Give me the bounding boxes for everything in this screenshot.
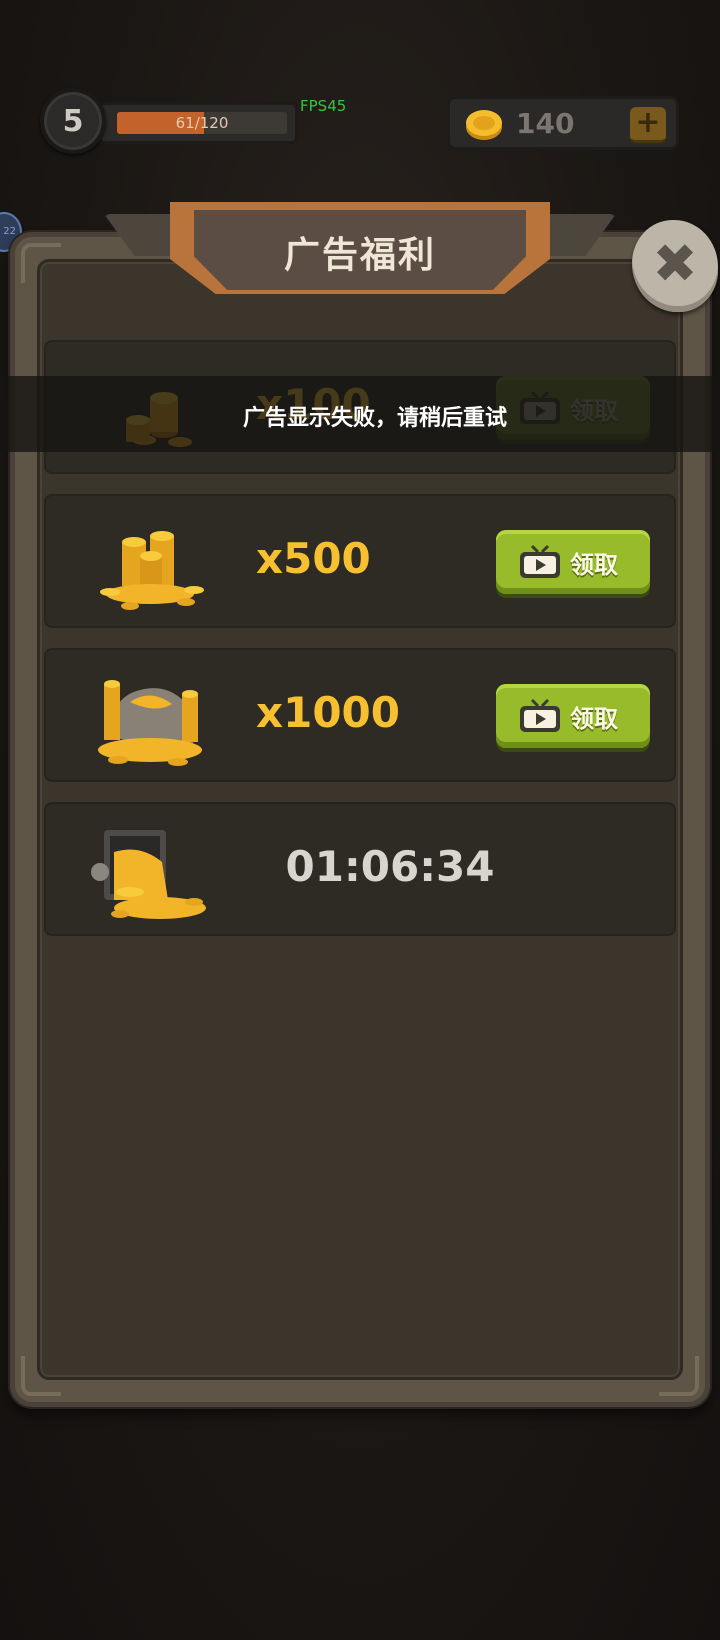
reward-amount: x1000 bbox=[256, 688, 400, 737]
xp-text: 61/120 bbox=[175, 114, 229, 132]
reward-row-500: x500 领取 bbox=[44, 494, 676, 628]
tv-play-icon bbox=[520, 698, 560, 732]
claim-label: 领取 bbox=[570, 551, 618, 579]
claim-label: 领取 bbox=[570, 705, 618, 733]
coin-sack-icon bbox=[98, 680, 202, 766]
claim-button[interactable]: 领取 bbox=[496, 530, 650, 594]
add-coins-button[interactable]: + bbox=[630, 107, 666, 143]
xp-bar: 61/120 bbox=[98, 102, 298, 144]
coin-icon bbox=[466, 110, 502, 140]
tv-play-icon bbox=[520, 544, 560, 578]
coin-pile-icon bbox=[100, 531, 204, 610]
corner-ornament bbox=[659, 1356, 699, 1396]
coin-balance: 140 + bbox=[447, 96, 679, 150]
reward-row-1000: x1000 领取 bbox=[44, 648, 676, 782]
panel-title: 广告福利 bbox=[283, 235, 436, 276]
fps-counter: FPS45 bbox=[300, 97, 347, 115]
reward-amount: x500 bbox=[256, 534, 371, 583]
close-button[interactable]: ✖ bbox=[632, 220, 718, 312]
xp-track: 61/120 bbox=[117, 112, 287, 134]
reward-row-vault: 01:06:34 bbox=[44, 802, 676, 936]
level-badge[interactable]: 5 bbox=[40, 88, 106, 154]
vault-timer: 01:06:34 bbox=[285, 842, 495, 891]
claim-button[interactable]: 领取 bbox=[496, 684, 650, 748]
level-number: 5 bbox=[62, 103, 84, 139]
error-toast: 广告显示失败，请稍后重试 bbox=[0, 376, 720, 452]
toast-message: 广告显示失败，请稍后重试 bbox=[242, 406, 507, 431]
corner-ornament bbox=[21, 1356, 61, 1396]
coin-count: 140 bbox=[516, 107, 575, 140]
corner-ornament bbox=[21, 243, 61, 283]
